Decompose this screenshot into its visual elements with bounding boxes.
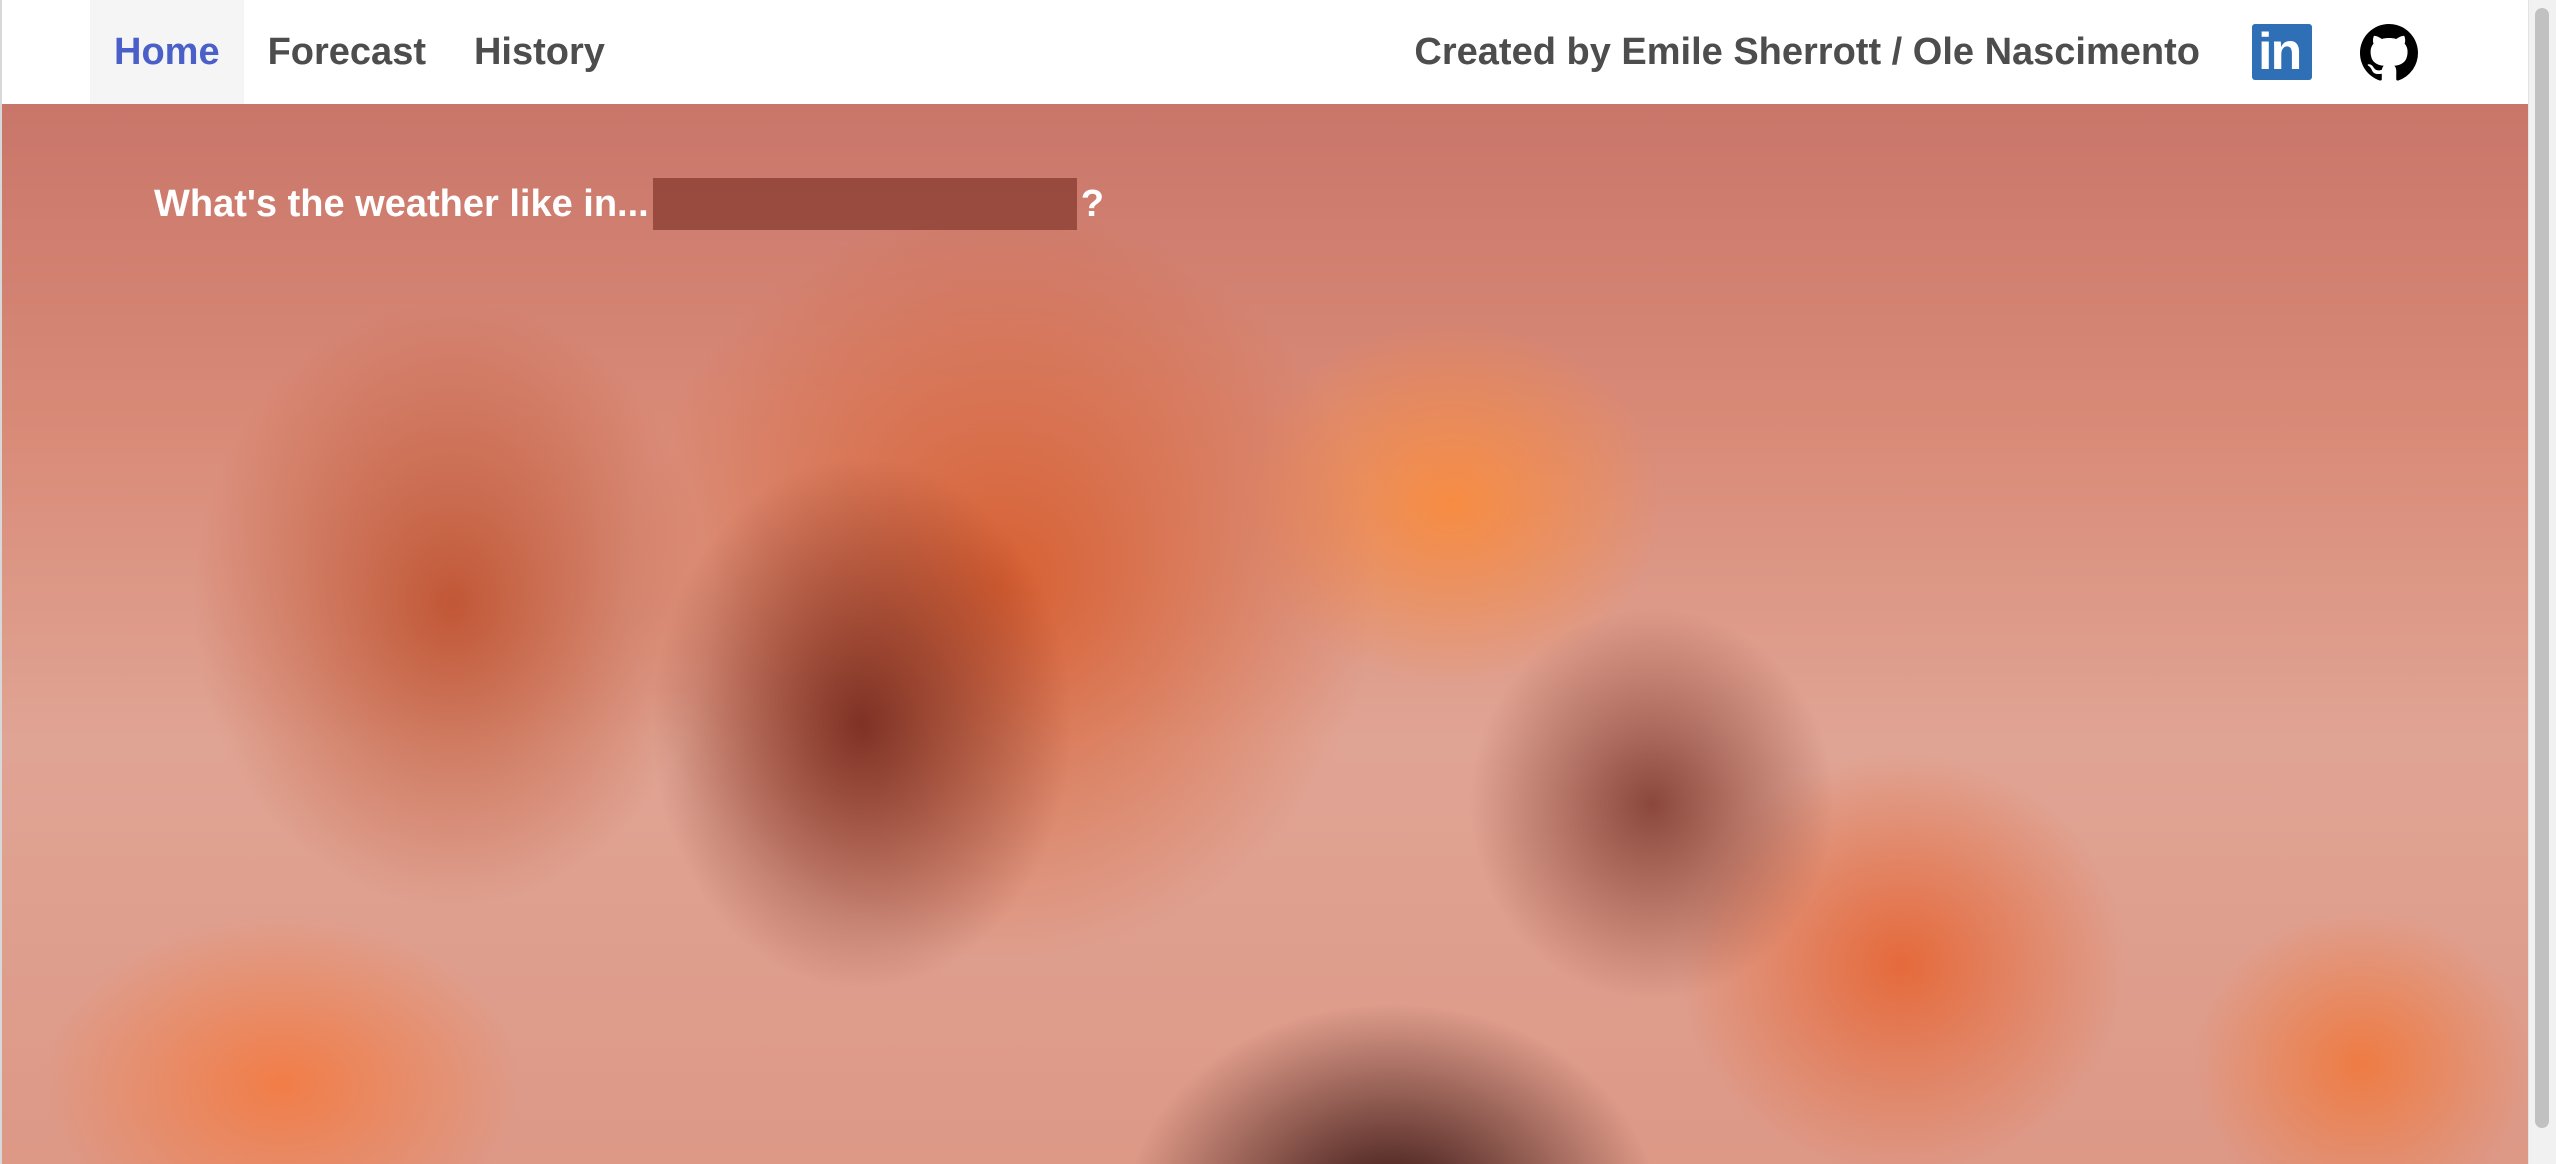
location-input[interactable] <box>652 178 1077 230</box>
page-scrollbar[interactable] <box>2528 0 2556 1164</box>
linkedin-icon[interactable]: in <box>2252 24 2312 80</box>
location-question: What's the weather like in... ? <box>154 178 1104 230</box>
github-icon[interactable] <box>2360 24 2418 82</box>
nav-link-history[interactable]: History <box>450 0 629 104</box>
question-mark: ? <box>1080 182 1104 225</box>
scrollbar-thumb[interactable] <box>2535 8 2549 1128</box>
author-credit: Created by Emile Sherrott / Ole Nascimen… <box>1414 30 2200 73</box>
question-label: What's the weather like in... <box>154 182 649 225</box>
top-navbar: Home Forecast History Created by Emile S… <box>0 0 2528 104</box>
hero-background: What's the weather like in... ? <box>0 104 2528 1164</box>
nav-links: Home Forecast History <box>90 0 629 104</box>
linkedin-glyph: in <box>2258 23 2302 81</box>
nav-link-home[interactable]: Home <box>90 0 244 104</box>
nav-link-forecast[interactable]: Forecast <box>244 0 450 104</box>
